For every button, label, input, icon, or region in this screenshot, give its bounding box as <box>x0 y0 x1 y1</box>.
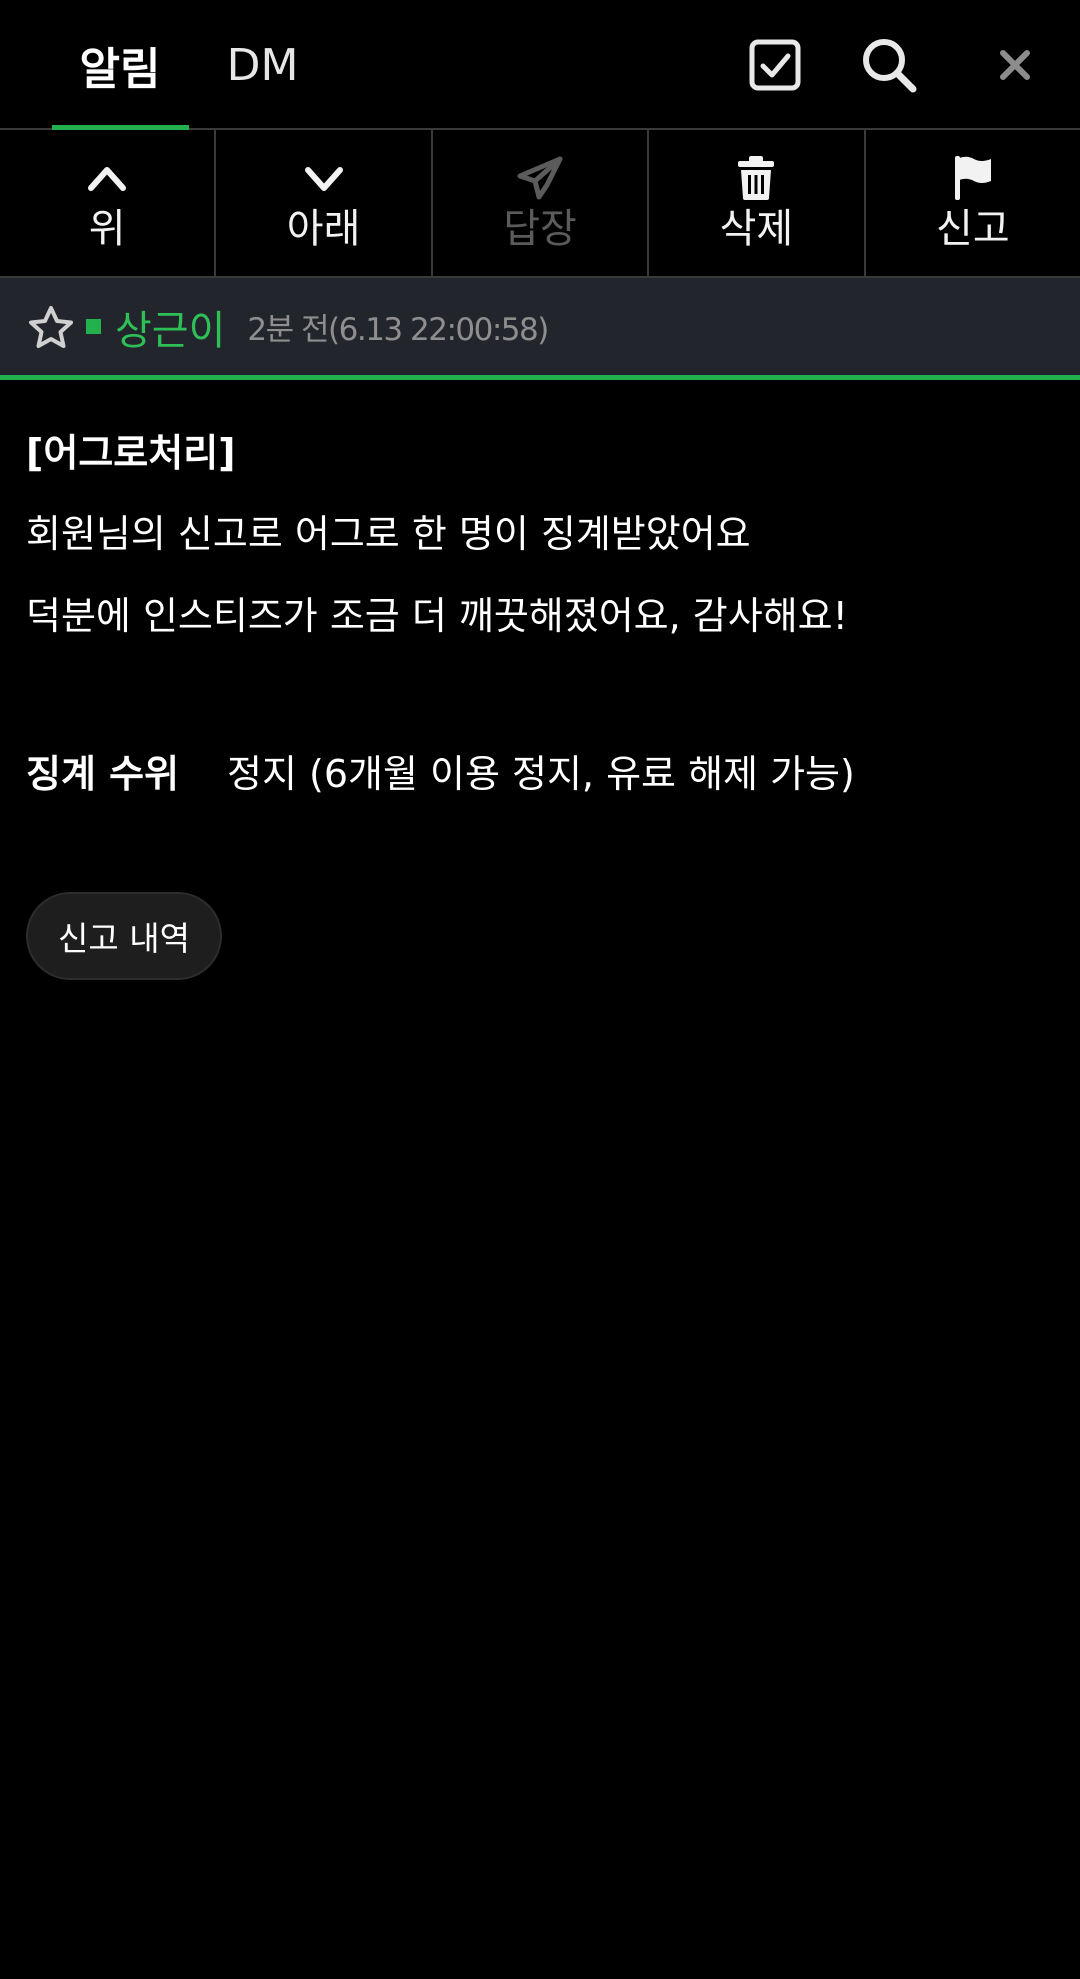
report-button[interactable]: 신고 <box>866 130 1080 276</box>
penalty-row: 징계 수위 정지 (6개월 이용 정지, 유료 해제 가능) <box>26 743 855 798</box>
report-history-button[interactable]: 신고 내역 <box>26 892 222 980</box>
reply-button-label: 답장 <box>503 206 577 252</box>
down-button[interactable]: 아래 <box>216 130 433 276</box>
report-button-label: 신고 <box>936 206 1010 252</box>
close-icon[interactable] <box>975 25 1055 105</box>
top-header: 알림 DM <box>0 0 1080 130</box>
sender-bar: 상근이 2분 전(6.13 22:00:58) <box>0 278 1080 380</box>
message-title: [어그로처리] <box>26 431 236 475</box>
star-icon[interactable] <box>26 302 76 352</box>
sender-timestamp: 2분 전(6.13 22:00:58) <box>247 312 549 348</box>
message-line: 회원님의 신고로 어그로 한 명이 징계받았어요 <box>26 512 751 556</box>
trash-icon <box>732 154 780 202</box>
reply-button[interactable]: 답장 <box>433 130 650 276</box>
chevron-up-icon <box>83 154 131 202</box>
check-square-icon[interactable] <box>735 25 815 105</box>
action-toolbar: 위 아래 답장 삭제 신고 <box>0 130 1080 278</box>
search-icon[interactable] <box>849 25 929 105</box>
down-button-label: 아래 <box>286 206 361 252</box>
tab-dm[interactable]: DM <box>205 0 320 130</box>
delete-button[interactable]: 삭제 <box>649 130 866 276</box>
flag-icon <box>949 154 997 202</box>
paper-plane-icon <box>516 154 564 202</box>
up-button[interactable]: 위 <box>0 130 217 276</box>
penalty-label: 징계 수위 <box>26 752 180 796</box>
message-line: 덕분에 인스티즈가 조금 더 깨끗해졌어요, 감사해요! <box>26 594 848 638</box>
online-status-square <box>86 319 101 334</box>
tab-alerts[interactable]: 알림 <box>52 0 188 130</box>
chevron-down-icon <box>300 154 348 202</box>
delete-button-label: 삭제 <box>719 206 794 252</box>
up-button-label: 위 <box>88 206 126 252</box>
sender-name[interactable]: 상근이 <box>115 298 225 356</box>
penalty-value: 정지 (6개월 이용 정지, 유료 해제 가능) <box>227 752 855 796</box>
